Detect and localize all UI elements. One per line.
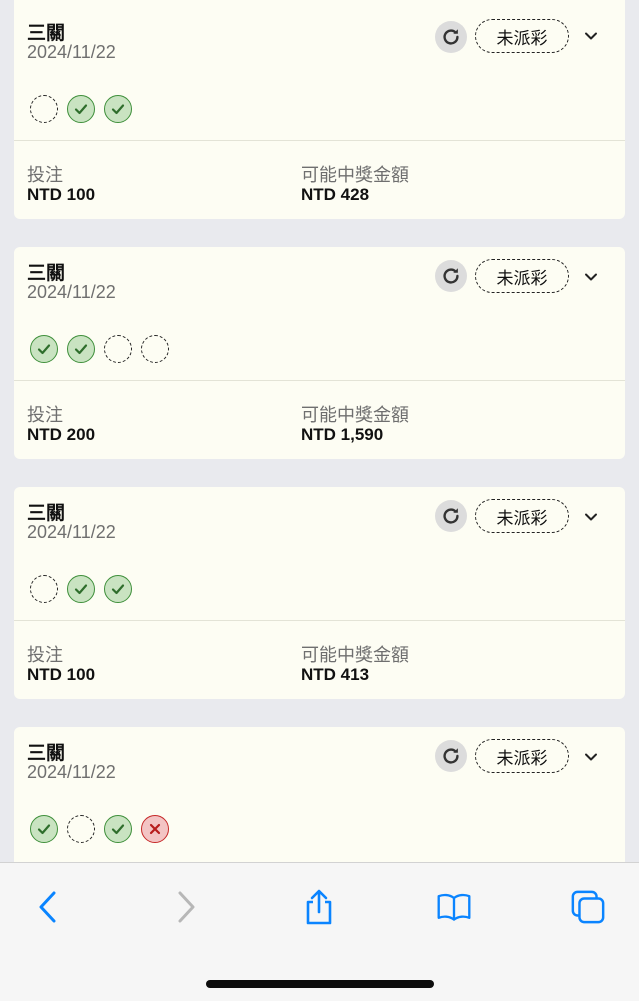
share-icon xyxy=(306,889,332,925)
status-badge: 未派彩 xyxy=(475,499,569,533)
stake-block: 投注 NTD 100 xyxy=(27,165,95,205)
share-button[interactable] xyxy=(301,889,337,925)
refresh-button[interactable] xyxy=(435,260,467,292)
chevron-left-icon xyxy=(39,891,56,923)
refresh-icon xyxy=(443,29,459,45)
bet-type-title: 三關 xyxy=(27,23,66,44)
home-indicator xyxy=(206,980,434,988)
check-circle-icon xyxy=(67,95,95,123)
bet-type-title: 三關 xyxy=(27,743,66,764)
refresh-button[interactable] xyxy=(435,500,467,532)
payout-label: 可能中獎金額 xyxy=(301,645,409,665)
dashed-circle-icon xyxy=(104,335,132,363)
chevron-down-icon[interactable] xyxy=(583,269,599,285)
payout-value: NTD 428 xyxy=(301,185,370,204)
status-badge: 未派彩 xyxy=(475,259,569,293)
browser-toolbar xyxy=(0,862,639,1001)
status-badge: 未派彩 xyxy=(475,739,569,773)
bet-card: 三關 2024/11/22 未派彩 投注 NTD 200 可能中獎金額 NTD … xyxy=(14,247,625,459)
leg-status-row xyxy=(30,95,132,123)
stake-label: 投注 xyxy=(27,405,63,425)
book-icon xyxy=(437,893,471,921)
check-circle-icon xyxy=(67,575,95,603)
refresh-icon xyxy=(443,268,459,284)
bet-card: 三關 2024/11/22 未派彩 投注 NTD 100 可能中獎金額 NTD … xyxy=(14,0,625,219)
stake-value: NTD 200 xyxy=(27,425,96,444)
dashed-circle-icon xyxy=(30,575,58,603)
bookmarks-button[interactable] xyxy=(436,889,472,925)
bet-card-summary: 投注 NTD 100 可能中獎金額 NTD 428 xyxy=(14,141,625,219)
check-circle-icon xyxy=(67,335,95,363)
payout-block: 可能中獎金額 NTD 428 xyxy=(301,165,409,205)
check-circle-icon xyxy=(30,815,58,843)
dashed-circle-icon xyxy=(141,335,169,363)
stake-block: 投注 NTD 200 xyxy=(27,405,95,445)
payout-block: 可能中獎金額 NTD 1,590 xyxy=(301,405,409,445)
stake-block: 投注 NTD 100 xyxy=(27,645,95,685)
payout-block: 可能中獎金額 NTD 413 xyxy=(301,645,409,685)
check-circle-icon xyxy=(104,95,132,123)
tabs-icon xyxy=(571,890,605,924)
tabs-button[interactable] xyxy=(570,889,606,925)
stake-label: 投注 xyxy=(27,645,63,665)
bet-type-title: 三關 xyxy=(27,503,66,524)
leg-status-row xyxy=(30,575,132,603)
bet-card-header: 三關 2024/11/22 未派彩 xyxy=(14,487,625,620)
chevron-right-icon xyxy=(178,891,195,923)
bet-card-summary: 投注 NTD 200 可能中獎金額 NTD 1,590 xyxy=(14,381,625,459)
payout-value: NTD 1,590 xyxy=(301,425,384,444)
leg-status-row xyxy=(30,815,169,843)
bet-type-title: 三關 xyxy=(27,263,66,284)
payout-label: 可能中獎金額 xyxy=(301,405,409,425)
bet-card-summary: 投注 NTD 100 可能中獎金額 NTD 413 xyxy=(14,621,625,699)
back-button[interactable] xyxy=(30,889,66,925)
check-circle-icon xyxy=(104,815,132,843)
bet-card-header: 三關 2024/11/22 未派彩 xyxy=(14,247,625,380)
stake-value: NTD 100 xyxy=(27,665,96,684)
dashed-circle-icon xyxy=(30,95,58,123)
bet-date: 2024/11/22 xyxy=(27,762,116,782)
refresh-icon xyxy=(443,748,459,764)
forward-button[interactable] xyxy=(168,889,204,925)
check-circle-icon xyxy=(104,575,132,603)
bet-date: 2024/11/22 xyxy=(27,42,116,62)
leg-status-row xyxy=(30,335,169,363)
chevron-down-icon[interactable] xyxy=(583,509,599,525)
bet-date: 2024/11/22 xyxy=(27,282,116,302)
bet-date: 2024/11/22 xyxy=(27,522,116,542)
check-circle-icon xyxy=(30,335,58,363)
refresh-icon xyxy=(443,508,459,524)
bet-card: 三關 2024/11/22 未派彩 投注 NTD 100 可能中獎金額 NTD … xyxy=(14,487,625,699)
status-badge: 未派彩 xyxy=(475,19,569,53)
stake-label: 投注 xyxy=(27,165,63,185)
payout-label: 可能中獎金額 xyxy=(301,165,409,185)
refresh-button[interactable] xyxy=(435,740,467,772)
refresh-button[interactable] xyxy=(435,21,467,53)
payout-value: NTD 413 xyxy=(301,665,370,684)
chevron-down-icon[interactable] xyxy=(583,28,599,44)
x-circle-icon xyxy=(141,815,169,843)
chevron-down-icon[interactable] xyxy=(583,749,599,765)
stake-value: NTD 100 xyxy=(27,185,96,204)
bet-card-header: 三關 2024/11/22 未派彩 xyxy=(14,0,625,140)
dashed-circle-icon xyxy=(67,815,95,843)
